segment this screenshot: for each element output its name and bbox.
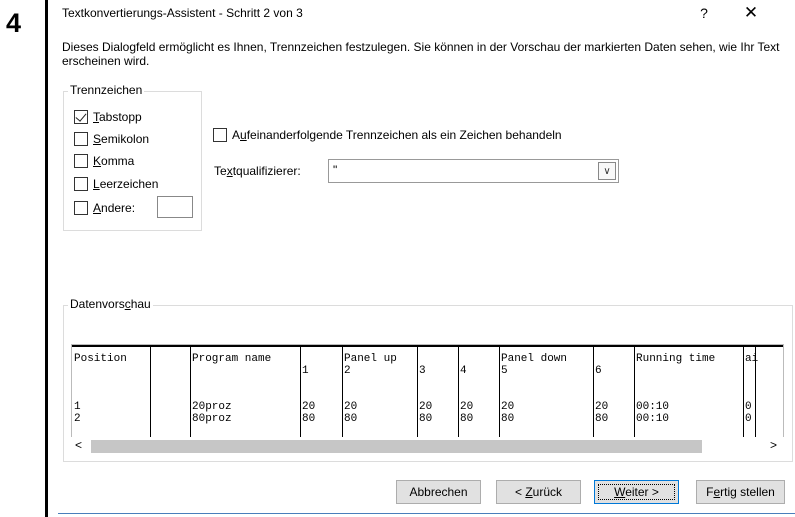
dialog-bottom-border	[58, 513, 795, 514]
column-separator	[634, 345, 635, 439]
preview-cell: 80	[460, 413, 474, 425]
other-option[interactable]: Andere:	[74, 199, 135, 217]
preview-cell: 6	[595, 365, 602, 377]
back-button[interactable]: < Zurück	[496, 480, 581, 504]
dialog-description: Dieses Dialogfeld ermöglicht es Ihnen, T…	[62, 40, 780, 68]
column-separator	[593, 345, 594, 439]
column-separator	[342, 345, 343, 439]
column-separator	[300, 345, 301, 439]
preview-top-border	[72, 345, 783, 347]
text-qualifier-label: Textqualifizierer:	[214, 164, 301, 178]
next-button[interactable]: Weiter >	[594, 480, 679, 504]
preview-cell: 20	[501, 401, 515, 413]
preview-cell: 0	[745, 401, 752, 413]
preview-cell: 20	[460, 401, 474, 413]
semicolon-label: Semikolon	[93, 132, 150, 146]
tab-label: Tabstopp	[93, 110, 142, 124]
preview-cell: 20	[344, 401, 358, 413]
preview-cell: Panel down	[501, 353, 568, 365]
preview-cell: 20	[595, 401, 609, 413]
preview-cell: 80	[344, 413, 358, 425]
preview-cell: 4	[460, 365, 467, 377]
comma-label: Komma	[93, 154, 135, 168]
preview-cell: 5	[501, 365, 508, 377]
title-bar: Textkonvertierungs-Assistent - Schritt 2…	[48, 0, 795, 30]
preview-cell: 2	[74, 413, 81, 425]
consecutive-delimiters-option[interactable]: Aufeinanderfolgende Trennzeichen als ein…	[213, 128, 562, 142]
data-preview-grid[interactable]: Position Program name Panel up Panel dow…	[71, 344, 784, 440]
preview-cell: Position	[74, 353, 127, 365]
preview-cell: 80	[501, 413, 515, 425]
column-separator	[150, 345, 151, 439]
tab-checkbox[interactable]	[74, 110, 88, 124]
preview-cell: ai	[745, 353, 759, 365]
comma-option[interactable]: Komma	[74, 152, 134, 170]
tab-option[interactable]: Tabstopp	[74, 108, 142, 126]
horizontal-scroll-thumb[interactable]	[91, 440, 702, 453]
preview-cell: 1	[74, 401, 81, 413]
text-qualifier-value: "	[333, 163, 338, 177]
other-checkbox[interactable]	[74, 201, 88, 215]
cancel-button[interactable]: Abbrechen	[396, 480, 481, 504]
semicolon-option[interactable]: Semikolon	[74, 130, 149, 148]
space-option[interactable]: Leerzeichen	[74, 175, 158, 193]
preview-cell: 00:10	[636, 401, 670, 413]
space-checkbox[interactable]	[74, 177, 88, 191]
preview-cell: 80	[595, 413, 609, 425]
preview-cell: 20	[419, 401, 433, 413]
other-delimiter-input[interactable]	[157, 196, 193, 218]
preview-cell: Program name	[192, 353, 272, 365]
data-preview-label: Datenvorschau	[68, 297, 153, 311]
comma-checkbox[interactable]	[74, 154, 88, 168]
preview-cell: 1	[302, 365, 309, 377]
column-separator	[190, 345, 191, 439]
preview-cell: 0	[745, 413, 752, 425]
space-label: Leerzeichen	[93, 177, 159, 191]
column-separator	[499, 345, 500, 439]
column-separator	[417, 345, 418, 439]
preview-cell: 20proz	[192, 401, 232, 413]
help-button[interactable]: ?	[694, 5, 714, 21]
semicolon-checkbox[interactable]	[74, 132, 88, 146]
focus-outline	[598, 484, 675, 500]
text-qualifier-select[interactable]: " ∨	[328, 159, 619, 183]
preview-cell: 80	[419, 413, 433, 425]
dialog-title: Textkonvertierungs-Assistent - Schritt 2…	[62, 6, 303, 20]
preview-cell: 3	[419, 365, 426, 377]
step-number: 4	[6, 8, 22, 38]
column-separator	[743, 345, 744, 439]
chevron-down-icon[interactable]: ∨	[598, 162, 616, 180]
preview-cell: 2	[344, 365, 351, 377]
column-separator	[458, 345, 459, 439]
other-label: Andere:	[93, 201, 136, 215]
preview-cell: Running time	[636, 353, 716, 365]
preview-cell: 80	[302, 413, 316, 425]
text-import-wizard-dialog: Textkonvertierungs-Assistent - Schritt 2…	[48, 0, 795, 517]
consecutive-delimiters-label: Aufeinanderfolgende Trennzeichen als ein…	[232, 128, 562, 142]
preview-cell: 20	[302, 401, 316, 413]
close-button[interactable]: ✕	[738, 3, 764, 23]
finish-button[interactable]: Fertig stellen	[696, 480, 785, 504]
preview-cell: 80proz	[192, 413, 232, 425]
scroll-right-icon[interactable]: >	[770, 438, 777, 452]
consecutive-delimiters-checkbox[interactable]	[213, 128, 227, 142]
horizontal-scrollbar[interactable]: < >	[71, 437, 784, 455]
scroll-left-icon[interactable]: <	[75, 438, 82, 452]
preview-cell: Panel up	[344, 353, 397, 365]
preview-cell: 00:10	[636, 413, 670, 425]
delimiters-group-label: Trennzeichen	[68, 83, 145, 97]
